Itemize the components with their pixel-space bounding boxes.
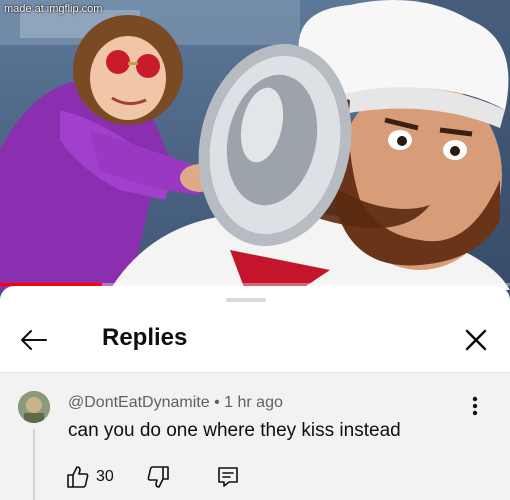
like-button[interactable]: 30 [66,463,114,491]
arrow-left-icon [21,330,47,350]
comment-icon [218,467,238,487]
avatar[interactable] [18,391,50,423]
replies-sheet: Replies @DontEatDynamite • 1 hr ago can … [0,286,510,500]
comment-meta: @DontEatDynamite • 1 hr ago [68,394,283,412]
more-vertical-icon [472,396,478,416]
meta-separator: • [214,394,220,411]
more-options-button[interactable] [462,393,488,419]
video-thumbnail[interactable]: made at imgflip.com [0,0,510,300]
close-icon [465,329,487,351]
thumbs-down-icon [147,466,169,488]
comment-text: can you do one where they kiss instead [68,420,401,441]
reply-button[interactable] [216,463,244,491]
comment-card: @DontEatDynamite • 1 hr ago can you do o… [0,373,510,500]
avatar-image [18,391,50,423]
drag-handle[interactable] [226,298,266,302]
back-button[interactable] [16,322,52,358]
like-count: 30 [96,468,114,485]
watermark: made at imgflip.com [4,3,103,15]
dislike-button[interactable] [146,463,174,491]
page-title: Replies [102,324,188,351]
close-button[interactable] [456,322,496,358]
comment-time: 1 hr ago [224,394,283,411]
meme-illustration [0,0,510,300]
thumbs-up-icon [67,466,89,488]
thread-line [33,429,35,500]
comment-author[interactable]: @DontEatDynamite [68,394,210,411]
comment-actions: 30 [66,463,486,491]
